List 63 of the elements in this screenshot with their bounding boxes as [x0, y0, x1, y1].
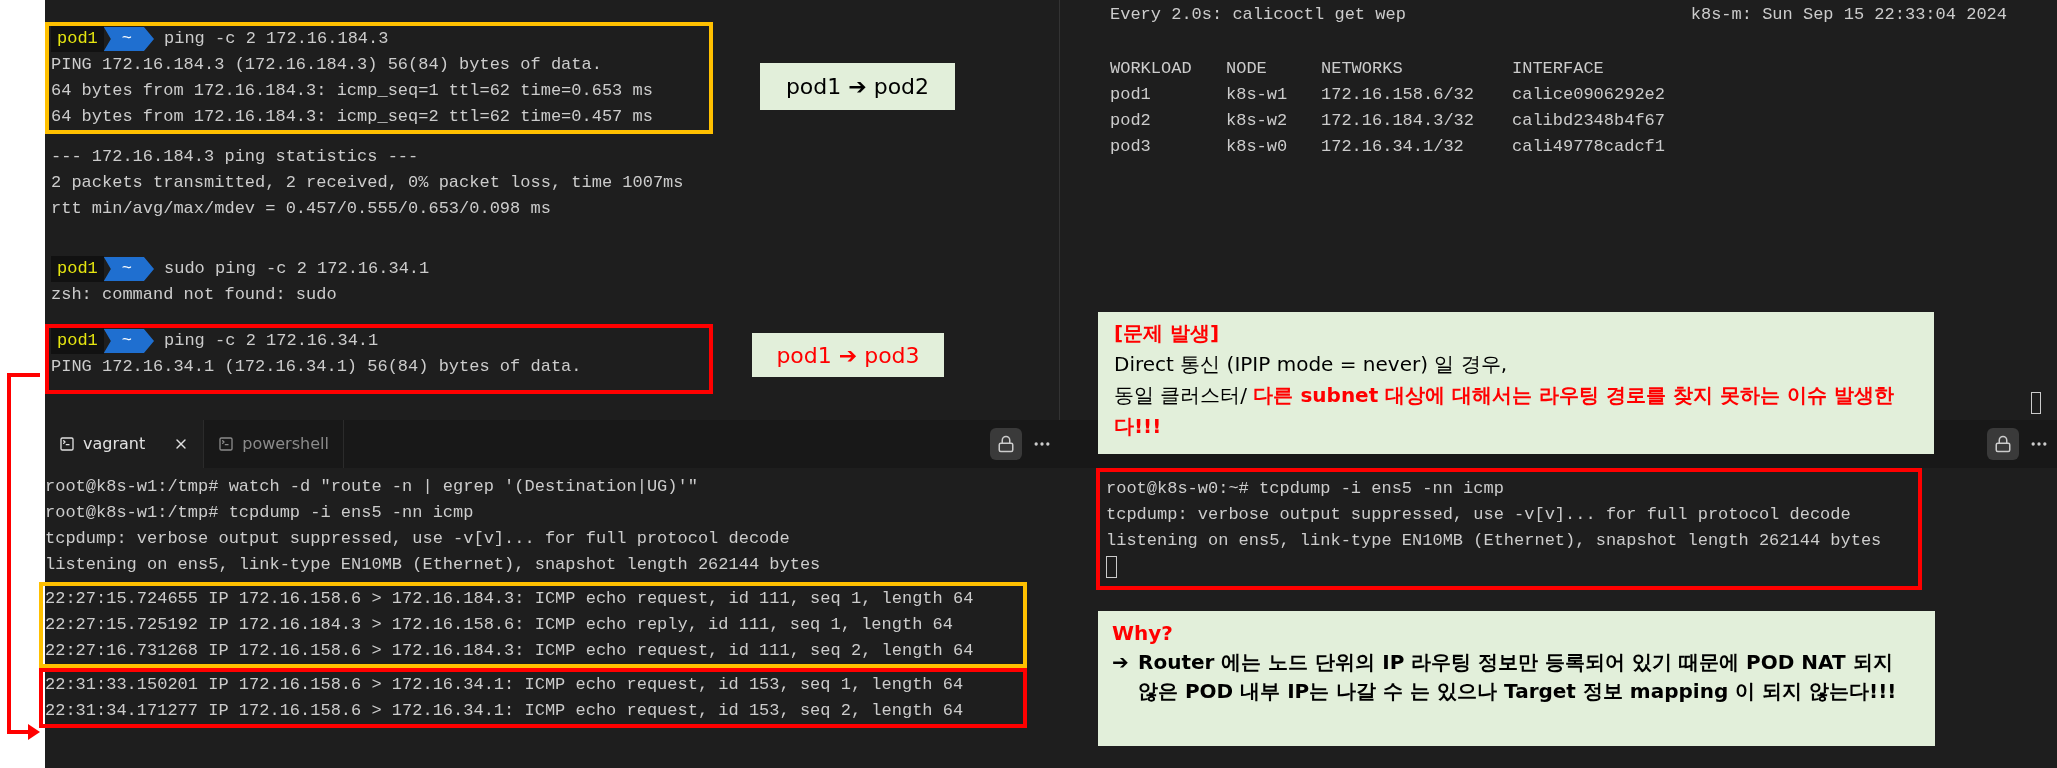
command-text: sudo ping -c 2 172.16.34.1 — [164, 258, 430, 281]
table-cell-text: 172.16.158.6/32 — [1321, 83, 1476, 106]
terminal-line: 64 bytes from 172.16.184.3: icmp_seq=2 ttl=62 time=0.457 ms — [51, 106, 654, 128]
note-title: [문제 발생] — [1114, 320, 1221, 347]
table-cell-text: pod1 — [1110, 83, 1152, 106]
table-cell-text: k8s-w2 — [1226, 109, 1289, 132]
table-cell-text: cali49778cadcf1 — [1512, 135, 1667, 158]
terminal-line: 22:27:15.724655 IP 172.16.158.6 > 172.16.184.3: ICMP echo request, id 111, seq 1, length 64 — [45, 588, 975, 610]
lock-icon — [997, 435, 1015, 453]
note-title: Why? — [1112, 620, 1174, 647]
note-text: Direct 통신 (IPIP mode = never) 일 경우, — [1114, 351, 1509, 378]
terminal-line: listening on ens5, link-type EN10MB (Ethernet), snapshot length 262144 bytes — [45, 554, 822, 576]
prompt-user: pod1 — [51, 26, 104, 52]
terminal-line: rtt min/avg/max/mdev = 0.457/0.555/0.653/0.098 ms — [51, 198, 552, 220]
terminal-line: listening on ens5, link-type EN10MB (Ethernet), snapshot length 262144 bytes — [1106, 530, 1883, 552]
table-cell-text: pod2 — [1110, 109, 1152, 132]
terminal-line: root@k8s-w0:~# tcpdump -i ens5 -nn icmp — [1106, 478, 1505, 500]
terminal-line: PING 172.16.184.3 (172.16.184.3) 56(84) bytes of data. — [51, 54, 603, 76]
column-header: NODE — [1226, 57, 1268, 80]
terminal-line: 2 packets transmitted, 2 received, 0% packet loss, time 1007ms — [51, 172, 685, 194]
terminal-line: tcpdump: verbose output suppressed, use -v[v]... for full protocol decode — [45, 528, 791, 550]
terminal-line: zsh: command not found: sudo — [51, 284, 338, 306]
note-text: Router 에는 노드 단위의 IP 라우팅 정보만 등록되어 있기 때문에 POD NAT 되지 않은 POD 내부 IP는 나갈 수 는 있으나 Target 정보 mapping 이 되지 않는다!!! — [1138, 649, 1898, 705]
terminal-line: root@k8s-w1:/tmp# tcpdump -i ens5 -nn icmp — [45, 502, 475, 524]
terminal-line: 22:27:16.731268 IP 172.16.158.6 > 172.16.184.3: ICMP echo request, id 111, seq 2, length 64 — [45, 640, 975, 662]
table-cell-text: 172.16.184.3/32 — [1321, 109, 1476, 132]
cursor-icon — [2031, 392, 2041, 414]
lock-icon — [1994, 435, 2012, 453]
command-text: ping -c 2 172.16.184.3 — [164, 28, 389, 51]
terminal-line: 22:31:34.171277 IP 172.16.158.6 > 172.16.34.1: ICMP echo request, id 153, seq 2, length 64 — [45, 700, 965, 722]
arrow-glyph: ➔ — [1112, 649, 1130, 676]
terminal-line: tcpdump: verbose output suppressed, use -v[v]... for full protocol decode — [1106, 504, 1852, 526]
table-cell-text: k8s-w1 — [1226, 83, 1289, 106]
table-cell-text: calibd2348b4f67 — [1512, 109, 1667, 132]
terminal-icon — [218, 436, 235, 452]
column-header: WORKLOAD — [1110, 57, 1193, 80]
table-cell-text: pod3 — [1110, 135, 1152, 158]
terminal-line: 64 bytes from 172.16.184.3: icmp_seq=1 ttl=62 time=0.653 ms — [51, 80, 654, 102]
watch-header: Every 2.0s: calicoctl get wep — [1110, 4, 1406, 26]
column-header: NETWORKS — [1321, 57, 1404, 80]
column-header: INTERFACE — [1512, 57, 1605, 80]
terminal-line: --- 172.16.184.3 ping statistics --- — [51, 146, 420, 168]
terminal-line: PING 172.16.34.1 (172.16.34.1) 56(84) bytes of data. — [51, 356, 583, 378]
watch-timestamp: k8s-m: Sun Sep 15 22:33:04 2024 — [1690, 4, 2007, 26]
lock-button[interactable] — [1987, 428, 2019, 460]
note-text: 동일 클러스터/ 다른 subnet 대상에 대해서는 라우팅 경로를 찾지 못하는 이슈 발생한다!!! — [1114, 382, 1895, 440]
prompt-user: pod1 — [51, 256, 104, 282]
prompt-directory: ~ — [103, 257, 154, 281]
terminal-tab[interactable]: vagrant — [45, 420, 205, 468]
prompt-user: pod1 — [51, 328, 104, 354]
terminal-line: 22:27:15.725192 IP 172.16.184.3 > 172.16.158.6: ICMP echo reply, id 111, seq 1, length 64 — [45, 614, 954, 636]
table-cell-text: calice0906292e2 — [1512, 83, 1667, 106]
prompt-directory: ~ — [103, 329, 154, 353]
lock-button[interactable] — [990, 428, 1022, 460]
table-cell-text: 172.16.34.1/32 — [1321, 135, 1465, 158]
annotation-label: pod1 ➔ pod2 — [760, 63, 955, 110]
terminal-line: root@k8s-w1:/tmp# watch -d "route -n | egrep '(Destination|UG)'" — [45, 476, 699, 498]
command-text: ping -c 2 172.16.34.1 — [164, 330, 379, 353]
table-cell-text: k8s-w0 — [1226, 135, 1289, 158]
terminal-icon — [59, 436, 75, 452]
prompt-directory: ~ — [103, 27, 154, 51]
terminal-line: 22:31:33.150201 IP 172.16.158.6 > 172.16.34.1: ICMP echo request, id 153, seq 1, length 64 — [45, 674, 965, 696]
annotation-label: pod1 ➔ pod3 — [752, 333, 944, 377]
